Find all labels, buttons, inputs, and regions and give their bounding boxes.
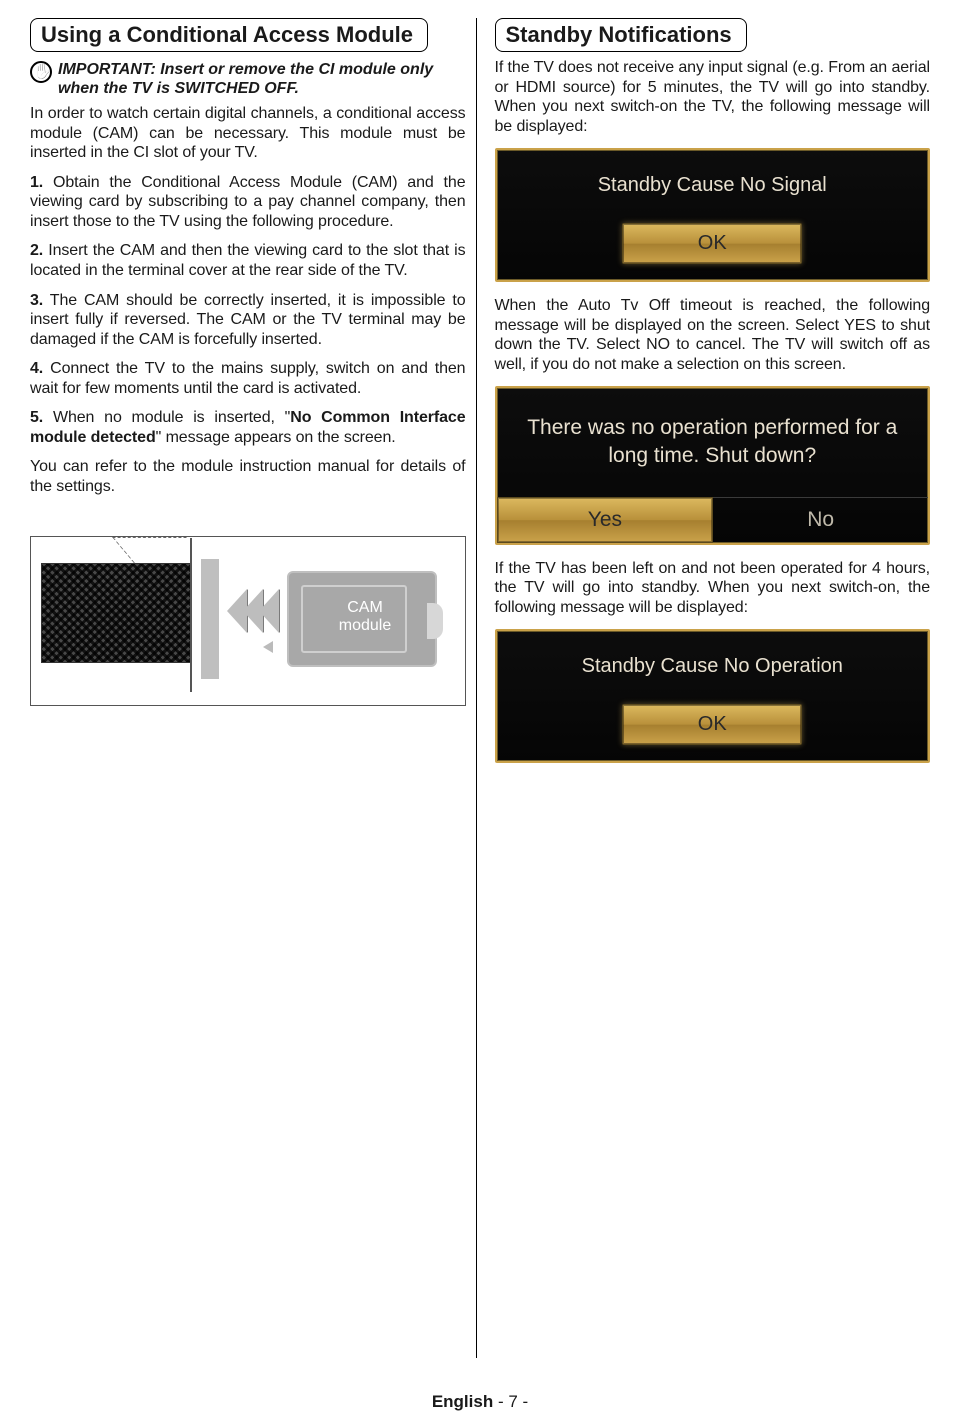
- important-text: IMPORTANT: Insert or remove the CI modul…: [58, 60, 466, 98]
- step-5-number: 5.: [30, 409, 43, 426]
- triangle-left-icon: [263, 641, 273, 653]
- ok-button[interactable]: OK: [622, 704, 802, 745]
- tv-panel-no-signal-text: Standby Cause No Signal: [497, 168, 929, 217]
- cam-diagram-slot: [201, 559, 219, 679]
- section-title-standby: Standby Notifications: [495, 18, 747, 52]
- cam-step-2: 2. Insert the CAM and then the viewing c…: [30, 241, 466, 280]
- tv-panel-no-operation-text: Standby Cause No Operation: [497, 649, 929, 698]
- step-2-number: 2.: [30, 242, 43, 259]
- cam-step-3: 3. The CAM should be correctly inserted,…: [30, 291, 466, 350]
- footer-sep: -: [493, 1392, 508, 1411]
- cam-intro: In order to watch certain digital channe…: [30, 104, 466, 163]
- step-2-text: Insert the CAM and then the viewing card…: [30, 242, 466, 279]
- cam-step-1: 1. Obtain the Conditional Access Module …: [30, 173, 466, 232]
- cam-diagram-tv: [41, 563, 191, 663]
- step-5-text-a: When no module is inserted, ": [43, 409, 290, 426]
- page-footer: English - 7 -: [0, 1392, 960, 1412]
- tv-panel-no-signal: Standby Cause No Signal OK: [495, 148, 931, 282]
- cam-diagram-guide-line: [112, 537, 208, 563]
- section-title-cam: Using a Conditional Access Module: [30, 18, 428, 52]
- tv-panel-no-operation: Standby Cause No Operation OK: [495, 629, 931, 763]
- step-5-text-b: " message appears on the screen.: [156, 429, 396, 446]
- tv-panel-shutdown-prompt: There was no operation performed for a l…: [495, 386, 931, 545]
- step-3-text: The CAM should be correctly inserted, it…: [30, 292, 466, 348]
- right-column: Standby Notifications If the TV does not…: [491, 18, 931, 1358]
- tv-panel-shutdown-text: There was no operation performed for a l…: [497, 410, 929, 497]
- step-1-number: 1.: [30, 174, 43, 191]
- important-note: IMPORTANT: Insert or remove the CI modul…: [30, 58, 466, 104]
- footer-page-number: 7: [508, 1392, 517, 1411]
- standby-p1: If the TV does not receive any input sig…: [495, 58, 931, 136]
- standby-p3: If the TV has been left on and not been …: [495, 559, 931, 618]
- no-button[interactable]: No: [713, 497, 928, 543]
- cam-diagram-label: CAM module: [327, 599, 403, 634]
- footer-sep2: -: [518, 1392, 528, 1411]
- hand-icon: [30, 61, 52, 83]
- cam-refer: You can refer to the module instruction …: [30, 457, 466, 496]
- footer-language: English: [432, 1392, 493, 1411]
- yes-button[interactable]: Yes: [497, 497, 714, 543]
- cam-step-5: 5. When no module is inserted, "No Commo…: [30, 408, 466, 447]
- cam-diagram-arrows: [227, 589, 287, 649]
- step-4-number: 4.: [30, 360, 43, 377]
- chevron-left-icon: [259, 589, 279, 633]
- left-column: Using a Conditional Access Module IMPORT…: [30, 18, 477, 1358]
- step-4-text: Connect the TV to the mains supply, swit…: [30, 360, 466, 397]
- cam-diagram: CAM module: [30, 536, 466, 706]
- yes-no-row: Yes No: [497, 497, 929, 543]
- step-3-number: 3.: [30, 292, 43, 309]
- standby-p2: When the Auto Tv Off timeout is reached,…: [495, 296, 931, 374]
- ok-button[interactable]: OK: [622, 223, 802, 264]
- cam-step-4: 4. Connect the TV to the mains supply, s…: [30, 359, 466, 398]
- step-1-text: Obtain the Conditional Access Module (CA…: [30, 174, 466, 230]
